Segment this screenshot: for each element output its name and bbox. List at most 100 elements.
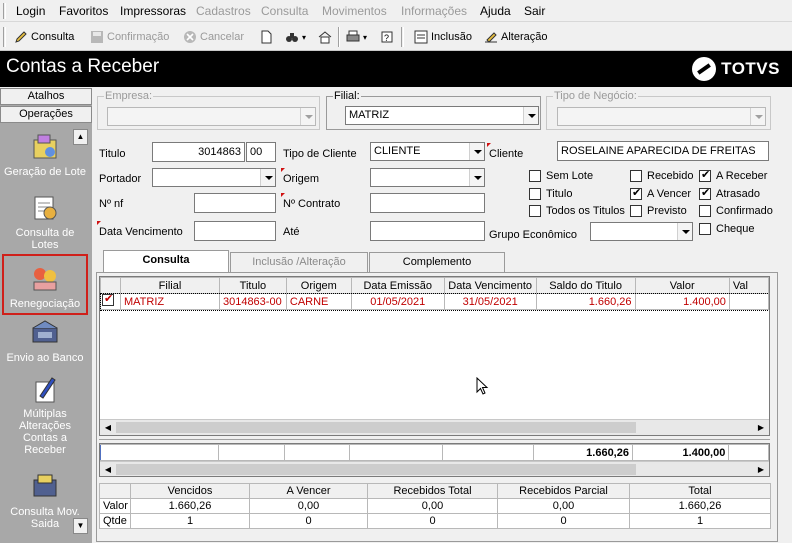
menu-movimentos[interactable]: Movimentos	[322, 4, 387, 18]
sidebar-item-envio-banco[interactable]: Envio ao Banco	[2, 318, 88, 364]
portador-select[interactable]	[152, 168, 276, 187]
col-origem[interactable]: Origem	[285, 277, 352, 294]
menu-sair[interactable]: Sair	[524, 4, 545, 18]
sidebar-item-renegociacao[interactable]: Renegociação	[2, 254, 88, 315]
toolbar-grip[interactable]	[3, 27, 6, 47]
inclusao-label: Inclusão	[431, 31, 472, 43]
col-titulo[interactable]: Titulo	[218, 277, 287, 294]
page-title: Contas a Receber	[6, 56, 160, 77]
tipo-negocio-select[interactable]	[557, 107, 766, 126]
titulo-input[interactable]: 3014863	[152, 142, 245, 162]
recebido-checkbox[interactable]: Recebido	[630, 170, 693, 182]
menu-ajuda[interactable]: Ajuda	[480, 4, 511, 18]
menu-favoritos[interactable]: Favoritos	[59, 4, 108, 18]
sidebar-atalhos[interactable]: Atalhos	[0, 88, 92, 105]
col-saldo-titulo[interactable]: Saldo do Titulo	[535, 277, 636, 294]
inclusao-button[interactable]: Inclusão	[414, 28, 472, 46]
sidebar-item-label: Envio ao Banco	[6, 352, 84, 364]
col-val[interactable]: Val	[728, 277, 769, 294]
checkbox-box	[699, 223, 711, 235]
consulta-button[interactable]: Consulta	[14, 28, 74, 46]
atrasado-checkbox[interactable]: Atrasado	[699, 186, 760, 200]
total-cell-empty	[283, 444, 350, 461]
tipo-cliente-select[interactable]: CLIENTE	[370, 142, 485, 161]
data-vencimento-input[interactable]	[194, 221, 276, 241]
new-document-button[interactable]	[259, 28, 276, 46]
lot-query-icon	[30, 193, 60, 223]
scroll-left-icon[interactable]: ◀	[101, 421, 115, 435]
chevron-down-icon[interactable]	[469, 169, 484, 186]
menu-consulta[interactable]: Consulta	[261, 4, 308, 18]
cancelar-button[interactable]: Cancelar	[183, 28, 244, 46]
nf-input[interactable]	[194, 193, 276, 213]
row-checkbox[interactable]	[100, 293, 121, 310]
chevron-down-icon[interactable]	[677, 223, 692, 240]
scroll-right-icon[interactable]: ▶	[754, 421, 768, 435]
menu-cadastros[interactable]: Cadastros	[196, 4, 251, 18]
grid-horizontal-scrollbar[interactable]: ◀ ▶	[100, 419, 769, 435]
chevron-down-icon[interactable]	[750, 108, 765, 125]
titulo-checkbox[interactable]: Titulo	[529, 188, 573, 200]
cell-saldo: 1.660,26	[535, 293, 636, 310]
alteracao-label: Alteração	[501, 31, 548, 43]
titles-grid[interactable]: Filial Titulo Origem Data Emissão Data V…	[99, 276, 770, 436]
contrato-input[interactable]	[370, 193, 485, 213]
chevron-down-icon[interactable]	[469, 143, 484, 160]
chevron-down-icon[interactable]	[523, 107, 538, 124]
sidebar-operacoes[interactable]: Operações	[0, 106, 92, 123]
scroll-thumb[interactable]	[116, 464, 636, 475]
col-filial[interactable]: Filial	[120, 277, 220, 294]
ate-input[interactable]	[370, 221, 485, 241]
home-button[interactable]	[318, 28, 335, 46]
scroll-left-icon[interactable]: ◀	[101, 463, 115, 476]
cheque-checkbox[interactable]: Cheque	[699, 223, 755, 235]
col-data-emissao[interactable]: Data Emissão	[350, 277, 445, 294]
menu-grip[interactable]	[3, 3, 6, 19]
menu-informacoes[interactable]: Informações	[401, 4, 467, 18]
titulo-parcela-input[interactable]: 00	[246, 142, 276, 162]
sidebar-scroll-down[interactable]: ▼	[73, 518, 88, 534]
tab-consulta[interactable]: Consulta	[103, 250, 229, 273]
grupo-economico-select[interactable]	[590, 222, 693, 241]
filial-select[interactable]: MATRIZ	[345, 106, 539, 125]
menu-login[interactable]: Login	[16, 4, 45, 18]
confirmado-checkbox[interactable]: Confirmado	[699, 205, 773, 217]
col-valor[interactable]: Valor	[634, 277, 730, 294]
cell-data-emissao: 01/05/2021	[350, 293, 445, 310]
consulta-label: Consulta	[31, 31, 75, 43]
a-vencer-checkbox[interactable]: A Vencer	[630, 186, 691, 200]
alteracao-button[interactable]: Alteração	[484, 28, 547, 46]
chevron-down-icon[interactable]	[300, 108, 315, 125]
menu-impressoras[interactable]: Impressoras	[120, 4, 186, 18]
checkbox-box	[630, 186, 642, 200]
a-receber-checkbox[interactable]: A Receber	[699, 168, 767, 182]
home-icon	[318, 30, 332, 44]
sidebar-item-multiplas-alteracoes[interactable]: Múltiplas Alterações Contas a Receber	[2, 374, 88, 456]
col-data-vencimento[interactable]: Data Vencimento	[443, 277, 537, 294]
sem-lote-checkbox[interactable]: Sem Lote	[529, 170, 593, 182]
confirmacao-button[interactable]: Confirmação	[90, 28, 169, 46]
cliente-input[interactable]: ROSELAINE APARECIDA DE FREITAS	[557, 141, 769, 161]
chevron-down-icon[interactable]	[260, 169, 275, 186]
origem-select[interactable]	[370, 168, 485, 187]
search-button[interactable]: ▾	[285, 28, 306, 46]
binoculars-icon	[285, 30, 299, 44]
todos-titulos-checkbox[interactable]: Todos os Titulos	[529, 205, 625, 217]
cancel-icon	[183, 30, 197, 44]
empresa-select[interactable]	[107, 107, 316, 126]
totals-horizontal-scrollbar[interactable]: ◀ ▶	[100, 461, 769, 476]
tab-complemento[interactable]: Complemento	[369, 252, 505, 272]
sidebar-item-geracao-lote[interactable]: Geração de Lote	[2, 132, 88, 178]
table-row[interactable]: MATRIZ 3014863-00 CARNE 01/05/2021 31/05…	[100, 292, 769, 311]
scroll-right-icon[interactable]: ▶	[754, 463, 768, 476]
scroll-thumb[interactable]	[116, 422, 636, 433]
search-dropdown-icon[interactable]: ▾	[302, 33, 306, 42]
toolbar-grip-2[interactable]	[401, 27, 404, 47]
help-button[interactable]: ?	[380, 28, 397, 46]
print-button[interactable]: ▾	[346, 28, 367, 46]
sidebar-item-consulta-lotes[interactable]: Consulta de Lotes	[2, 193, 88, 251]
tab-inclusao-alteracao[interactable]: Inclusão /Alteração	[230, 252, 368, 272]
previsto-checkbox[interactable]: Previsto	[630, 205, 687, 217]
filial-value: MATRIZ	[349, 109, 390, 121]
print-dropdown-icon[interactable]: ▾	[363, 33, 367, 42]
